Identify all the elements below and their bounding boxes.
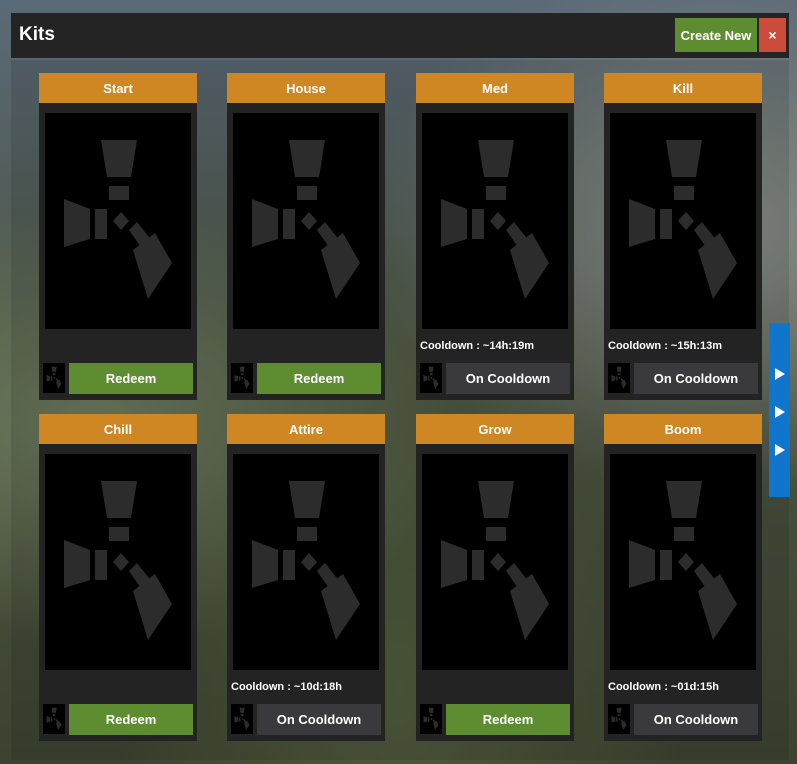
rust-logo-icon — [441, 140, 549, 299]
next-page-arrow-icon[interactable] — [775, 444, 785, 456]
rust-logo-icon — [64, 481, 172, 640]
kit-preview-icon[interactable] — [420, 363, 442, 393]
rust-logo-icon — [423, 366, 439, 389]
kit-image — [422, 113, 568, 329]
kit-name: Med — [416, 73, 574, 103]
page-title: Kits — [19, 24, 55, 45]
next-page-arrow-icon[interactable] — [775, 406, 785, 418]
kit-cooldown-text: Cooldown : ~01d:15h — [608, 681, 719, 693]
kit-card: Med Cooldown : ~14h:19m On Cooldown — [416, 73, 574, 400]
on-cooldown-button[interactable]: On Cooldown — [257, 704, 381, 735]
kit-image — [45, 454, 191, 670]
kit-name: House — [227, 73, 385, 103]
kit-preview-icon[interactable] — [231, 704, 253, 734]
on-cooldown-button[interactable]: On Cooldown — [634, 704, 758, 735]
kit-card: Start Redeem — [39, 73, 197, 400]
kits-header-bar: Kits Create New × — [11, 13, 789, 58]
rust-logo-icon — [64, 140, 172, 299]
kit-image — [233, 113, 379, 329]
kit-card: Grow Redeem — [416, 414, 574, 741]
on-cooldown-button[interactable]: On Cooldown — [446, 363, 570, 394]
kit-image — [45, 113, 191, 329]
rust-logo-icon — [46, 707, 62, 730]
rust-logo-icon — [234, 707, 250, 730]
kit-cooldown-text: Cooldown : ~14h:19m — [420, 340, 534, 352]
redeem-button[interactable]: Redeem — [69, 704, 193, 735]
kit-image — [422, 454, 568, 670]
on-cooldown-button[interactable]: On Cooldown — [634, 363, 758, 394]
kit-name: Boom — [604, 414, 762, 444]
rust-logo-icon — [423, 707, 439, 730]
kit-name: Start — [39, 73, 197, 103]
kit-name: Attire — [227, 414, 385, 444]
page-navigation — [769, 323, 790, 497]
rust-logo-icon — [629, 481, 737, 640]
kit-name: Kill — [604, 73, 762, 103]
kit-card: Attire Cooldown : ~10d:18h On Cooldown — [227, 414, 385, 741]
rust-logo-icon — [252, 140, 360, 299]
create-new-button[interactable]: Create New — [675, 18, 757, 52]
rust-logo-icon — [611, 707, 627, 730]
kit-name: Chill — [39, 414, 197, 444]
kit-preview-icon[interactable] — [608, 363, 630, 393]
rust-logo-icon — [252, 481, 360, 640]
close-button[interactable]: × — [759, 18, 786, 52]
kit-preview-icon[interactable] — [608, 704, 630, 734]
kit-preview-icon[interactable] — [420, 704, 442, 734]
next-page-arrow-icon[interactable] — [775, 368, 785, 380]
kit-cooldown-text: Cooldown : ~10d:18h — [231, 681, 342, 693]
kit-card: Boom Cooldown : ~01d:15h On Cooldown — [604, 414, 762, 741]
kit-card: Chill Redeem — [39, 414, 197, 741]
kit-image — [610, 113, 756, 329]
redeem-button[interactable]: Redeem — [257, 363, 381, 394]
kit-image — [610, 454, 756, 670]
rust-logo-icon — [46, 366, 62, 389]
kit-card: Kill Cooldown : ~15h:13m On Cooldown — [604, 73, 762, 400]
kit-preview-icon[interactable] — [43, 363, 65, 393]
rust-logo-icon — [629, 140, 737, 299]
rust-logo-icon — [611, 366, 627, 389]
rust-logo-icon — [234, 366, 250, 389]
redeem-button[interactable]: Redeem — [446, 704, 570, 735]
kit-preview-icon[interactable] — [231, 363, 253, 393]
kit-name: Grow — [416, 414, 574, 444]
kit-preview-icon[interactable] — [43, 704, 65, 734]
rust-logo-icon — [441, 481, 549, 640]
kit-card: House Redeem — [227, 73, 385, 400]
kit-image — [233, 454, 379, 670]
kit-cooldown-text: Cooldown : ~15h:13m — [608, 340, 722, 352]
redeem-button[interactable]: Redeem — [69, 363, 193, 394]
